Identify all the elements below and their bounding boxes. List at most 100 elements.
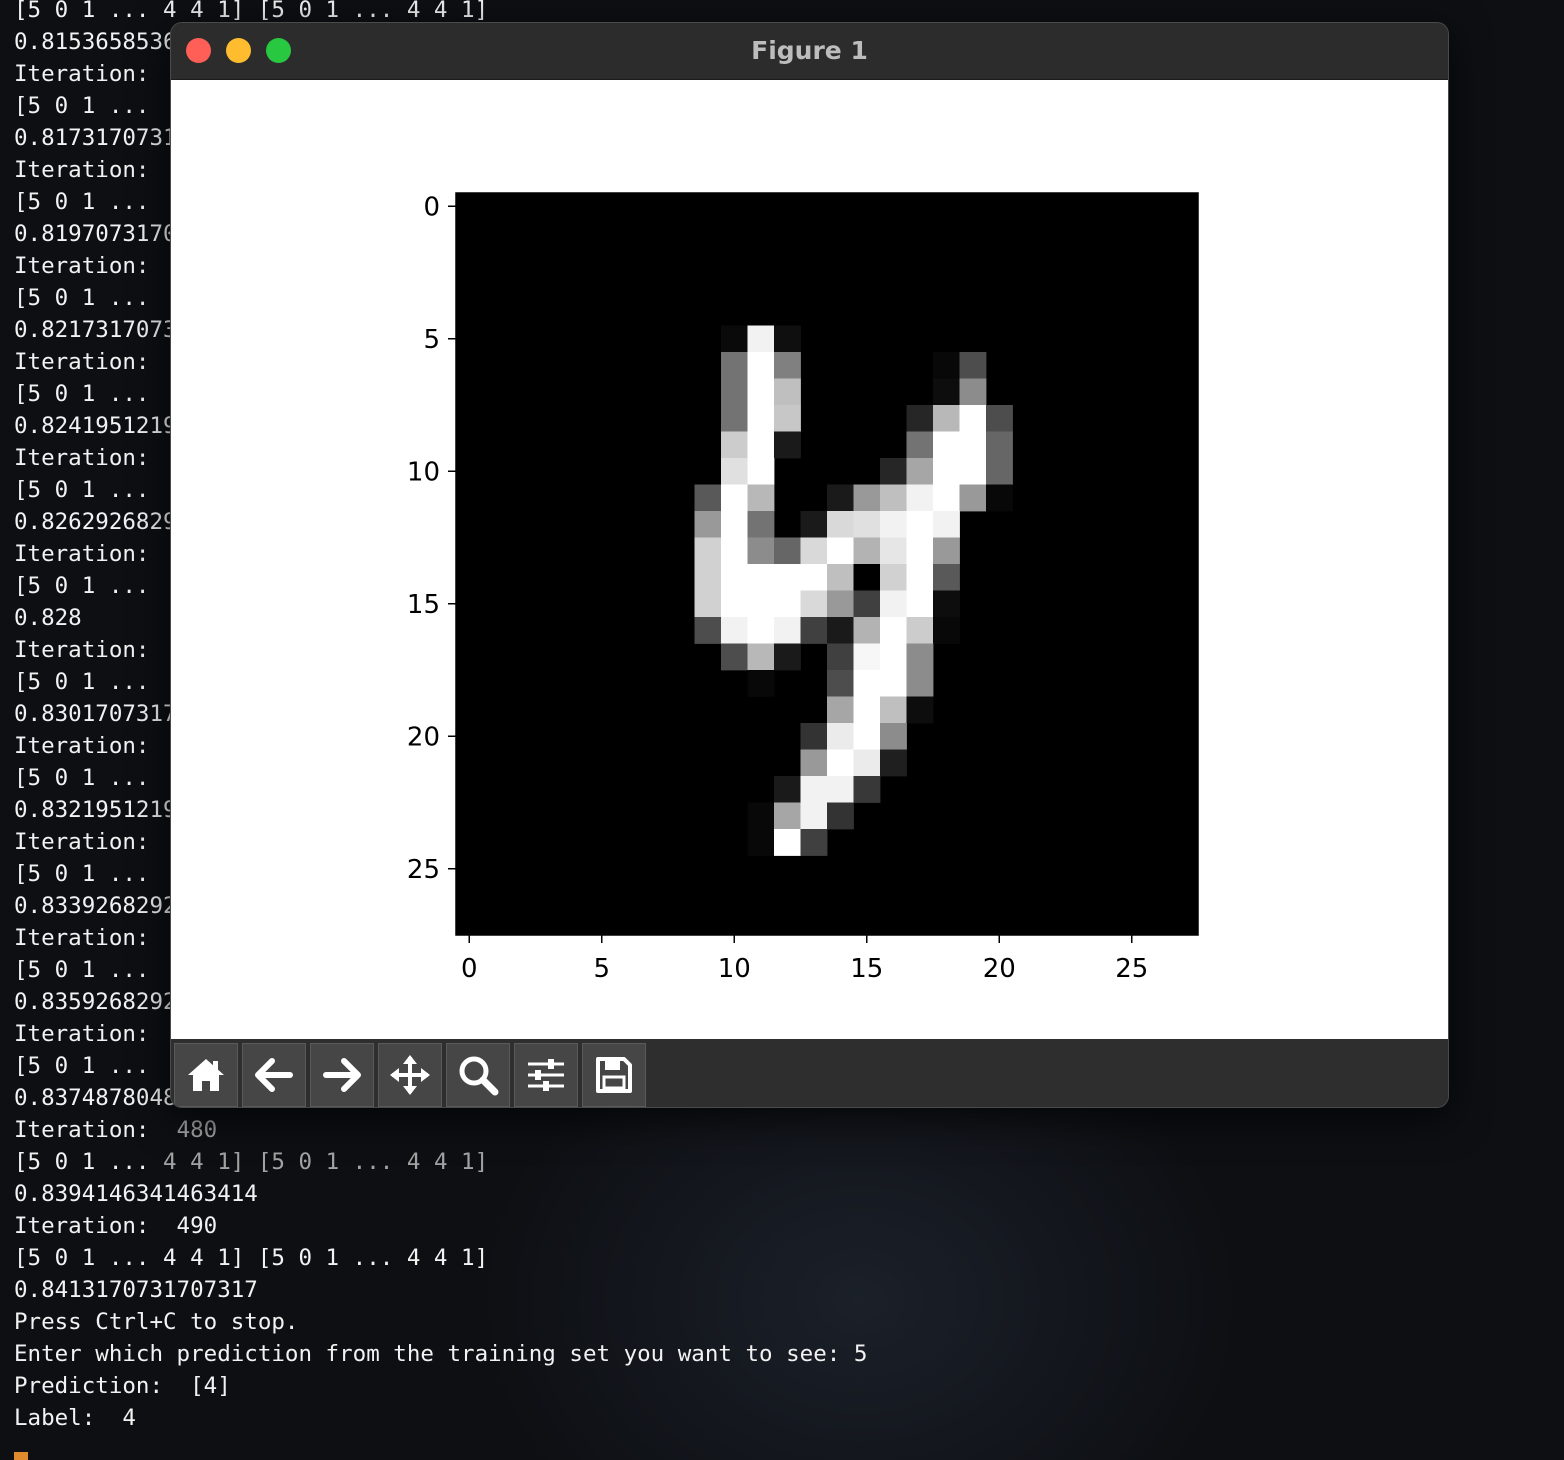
image-pixel — [853, 484, 881, 512]
terminal-line-text: Iteration: — [14, 541, 164, 567]
image-pixel — [827, 670, 854, 697]
terminal-line: Iteration: — [14, 730, 163, 762]
image-pixel — [880, 590, 907, 618]
image-pixel — [986, 405, 1013, 432]
image-pixel — [853, 723, 881, 750]
save-button[interactable] — [582, 1043, 646, 1107]
image-pixel — [959, 431, 987, 459]
image-pixel — [880, 458, 907, 485]
image-pixel — [933, 378, 960, 406]
pan-button[interactable] — [378, 1043, 442, 1107]
terminal-line: [5 0 1 ... 4 4 1] [5 0 1 ... 4 4 1] — [14, 1146, 488, 1178]
terminal-line-text: Label: 4 — [14, 1405, 136, 1431]
terminal-line: [5 0 1 ... — [14, 90, 163, 122]
image-pixel — [747, 564, 775, 591]
y-tick-label: 5 — [423, 325, 440, 355]
back-button[interactable] — [242, 1043, 306, 1107]
terminal-line: Iteration: — [14, 634, 163, 666]
terminal-line-text: [5 0 1 ... 4 4 1] [5 0 1 ... 4 4 1] — [14, 1245, 489, 1271]
terminal-line: Press Ctrl+C to stop. — [14, 1306, 298, 1338]
terminal-line: Label: 4 — [14, 1402, 136, 1434]
window-titlebar[interactable]: Figure 1 — [171, 23, 1448, 80]
terminal-line-text: 0.828 — [14, 605, 82, 631]
terminal-line-text: Iteration: — [14, 829, 164, 855]
terminal-line: Iteration: — [14, 538, 163, 570]
image-pixel — [986, 484, 1013, 512]
terminal-line-text: Iteration: — [14, 253, 164, 279]
terminal-line: [5 0 1 ... — [14, 282, 163, 314]
terminal-line: [5 0 1 ... — [14, 570, 163, 602]
figure-window[interactable]: Figure 1 0 5 10 15 20 25 0 5 10 15 20 25 — [170, 22, 1449, 1108]
image-pixel — [880, 643, 907, 671]
image-pixel — [933, 564, 960, 591]
zoom-button[interactable] — [446, 1043, 510, 1107]
x-tick-label: 15 — [850, 954, 883, 984]
terminal-line-text: [5 0 1 ... — [14, 93, 164, 119]
image-pixel — [906, 617, 934, 644]
image-pixel — [721, 431, 748, 459]
image-pixel — [853, 643, 881, 671]
terminal-line-text: [5 0 1 ... — [14, 285, 164, 311]
forward-arrow-icon — [323, 1058, 361, 1092]
image-pixel — [774, 617, 801, 644]
y-tick-label: 25 — [407, 855, 440, 885]
forward-button[interactable] — [310, 1043, 374, 1107]
terminal-line-text: [5 0 1 ... — [14, 861, 164, 887]
image-pixel — [880, 564, 907, 591]
image-pixel — [906, 564, 934, 591]
image-pixel — [694, 590, 722, 618]
terminal-line: [5 0 1 ... — [14, 954, 163, 986]
terminal-line: Iteration: — [14, 250, 163, 282]
image-pixel — [880, 537, 907, 565]
image-pixel — [906, 431, 934, 459]
image-pixel — [721, 352, 748, 379]
image-pixel — [959, 352, 987, 379]
terminal-line: [5 0 1 ... — [14, 378, 163, 410]
image-pixel — [880, 749, 907, 777]
image-pixel — [853, 590, 881, 618]
image-pixel — [906, 590, 934, 618]
window-title: Figure 1 — [751, 36, 868, 65]
terminal-line-text: Iteration: — [14, 1021, 164, 1047]
image-pixel — [986, 458, 1013, 485]
image-pixel — [827, 749, 854, 777]
navigation-toolbar — [171, 1039, 1448, 1107]
image-pixel — [986, 431, 1013, 459]
image-pixel — [800, 749, 828, 777]
image-pixel — [774, 405, 801, 432]
x-tick-label: 25 — [1115, 954, 1148, 984]
image-pixel — [880, 511, 907, 538]
terminal-line-text: [5 0 1 ... — [14, 765, 164, 791]
home-button[interactable] — [174, 1043, 238, 1107]
save-floppy-icon — [596, 1057, 632, 1093]
terminal-line: Iteration: — [14, 826, 163, 858]
image-pixel — [800, 511, 828, 538]
figure-canvas[interactable]: 0 5 10 15 20 25 0 5 10 15 20 25 — [171, 80, 1448, 1039]
image-pixel — [933, 352, 960, 379]
terminal-line: Prediction: [4] — [14, 1370, 231, 1402]
terminal-line: 0.8413170731707317 — [14, 1274, 258, 1306]
terminal-line-text: [5 0 1 ... — [14, 573, 164, 599]
terminal-line-text: [5 0 1 ... — [14, 381, 164, 407]
terminal-line: [5 0 1 ... 4 4 1] [5 0 1 ... 4 4 1] — [14, 1242, 488, 1274]
image-pixel — [747, 484, 775, 512]
image-pixel — [721, 537, 748, 565]
image-pixel — [694, 617, 722, 644]
terminal-line: Iteration: — [14, 154, 163, 186]
image-pixel — [906, 696, 934, 724]
pan-move-icon — [390, 1055, 430, 1095]
image-pixel — [880, 670, 907, 697]
y-tick-label: 20 — [407, 722, 440, 752]
x-tick-label: 0 — [461, 954, 478, 984]
terminal-line-text: Iteration: 490 — [14, 1213, 218, 1239]
image-pixel — [827, 484, 854, 512]
home-icon — [188, 1059, 224, 1091]
terminal-line-text: [5 0 1 ... — [14, 669, 164, 695]
image-pixel — [800, 590, 828, 618]
terminal-line-text: [5 0 1 ... — [14, 1053, 164, 1079]
terminal-line-text: Iteration: — [14, 157, 164, 183]
image-pixel — [800, 537, 828, 565]
image-pixel — [906, 458, 934, 485]
configure-subplots-button[interactable] — [514, 1043, 578, 1107]
image-pixel — [721, 511, 748, 538]
